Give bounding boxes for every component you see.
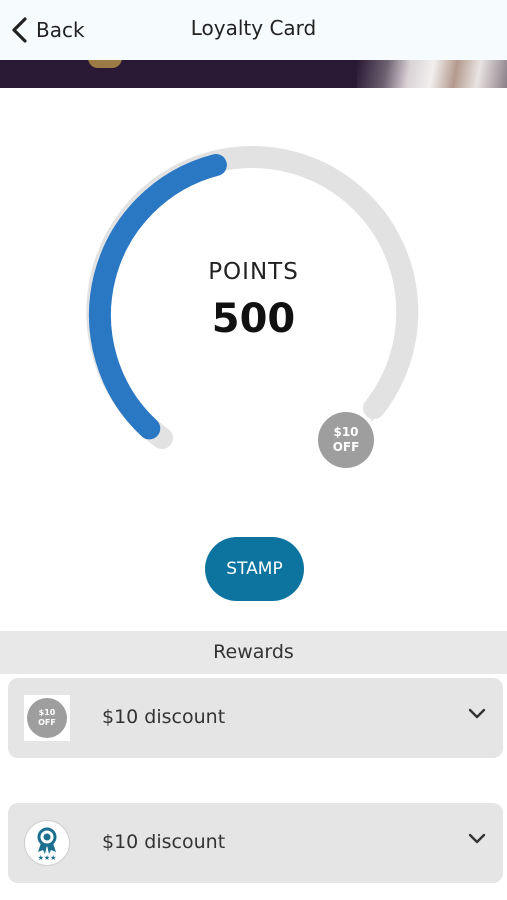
marker-off: OFF	[332, 440, 360, 454]
marker-amount: $10	[333, 425, 359, 439]
chevron-down-icon[interactable]	[467, 706, 487, 722]
promo-banner-image	[0, 60, 507, 88]
stamp-button[interactable]: STAMP	[205, 537, 304, 601]
coupon-icon: $10 OFF	[24, 695, 70, 741]
banner-photo	[357, 60, 507, 88]
page-title: Loyalty Card	[190, 16, 317, 40]
reward-item[interactable]: $10 OFF $10 discount	[8, 678, 503, 758]
coupon-badge: $10 OFF	[27, 698, 67, 738]
points-value: 500	[211, 296, 296, 342]
award-ribbon-graphic: ★★★	[37, 827, 57, 861]
reward-item[interactable]: ★★★ $10 discount	[8, 803, 503, 883]
coupon-off: OFF	[38, 718, 56, 727]
coupon-amount: $10	[38, 708, 56, 717]
reward-item-label: $10 discount	[102, 831, 226, 853]
app-header: Back Loyalty Card	[0, 0, 507, 60]
reward-item-label: $10 discount	[102, 706, 226, 728]
rewards-section-title: Rewards	[0, 631, 507, 674]
svg-text:★★★: ★★★	[38, 854, 57, 861]
award-ribbon-icon: ★★★	[24, 820, 70, 866]
reward-milestone-marker: $10 OFF	[318, 412, 374, 468]
points-label: POINTS	[208, 259, 299, 285]
banner-decoration	[88, 60, 122, 68]
chevron-down-icon[interactable]	[467, 831, 487, 847]
